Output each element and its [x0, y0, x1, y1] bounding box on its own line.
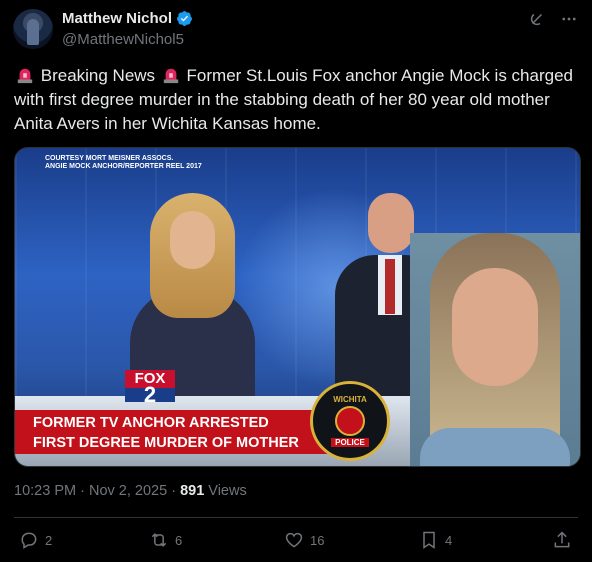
views-label: Views: [208, 483, 247, 499]
grok-icon[interactable]: [528, 10, 546, 28]
reply-icon: [21, 532, 37, 549]
repost-count: 6: [175, 532, 183, 548]
author-name[interactable]: Matthew Nichol: [62, 10, 172, 27]
wichita-police-badge: WICHITA POLICE: [310, 381, 390, 461]
siren-emoji-icon: [17, 68, 33, 84]
breaking-news-label: Breaking News: [40, 66, 156, 85]
divider: [14, 517, 578, 518]
like-button[interactable]: 16: [284, 530, 324, 550]
like-count: 16: [310, 532, 325, 548]
bookmark-button[interactable]: 4: [419, 530, 452, 550]
top-actions: [528, 10, 578, 28]
repost-button[interactable]: 6: [149, 530, 182, 550]
tweet-meta: 10:23 PM · Nov 2, 2025 · 891 Views: [14, 483, 247, 499]
author-name-row[interactable]: Matthew Nichol: [62, 10, 193, 27]
chyron-line-1: FORMER TV ANCHOR ARRESTED: [33, 415, 269, 431]
more-options-icon[interactable]: [560, 10, 578, 28]
share-icon: [554, 531, 570, 548]
tweet-text: Breaking News Former St.Louis Fox anchor…: [14, 64, 584, 136]
verified-badge-icon: [177, 11, 192, 26]
reply-count: 2: [45, 532, 53, 548]
siren-emoji-icon: [163, 68, 178, 84]
tweet-time[interactable]: 10:23 PM: [14, 483, 76, 499]
tweet-media-image[interactable]: COURTESY MORT MEISNER ASSOCS. ANGIE MOCK…: [14, 147, 581, 467]
views-count: 891: [180, 483, 205, 499]
bookmark-icon: [423, 531, 435, 549]
news-chyron: FORMER TV ANCHOR ARRESTED FIRST DEGREE M…: [15, 410, 335, 454]
mugshot: [410, 233, 580, 466]
tweet-date[interactable]: Nov 2, 2025: [89, 483, 167, 499]
chyron-line-2: FIRST DEGREE MURDER OF MOTHER: [33, 435, 299, 451]
author-handle[interactable]: @MatthewNichol5: [62, 31, 184, 48]
bookmark-count: 4: [445, 532, 453, 548]
avatar[interactable]: [13, 9, 53, 49]
share-button[interactable]: [552, 530, 572, 550]
heart-icon: [285, 532, 303, 548]
repost-icon: [151, 533, 167, 547]
reply-button[interactable]: 2: [19, 530, 52, 550]
fox-logo: FOX 2: [125, 370, 175, 406]
courtesy-caption: COURTESY MORT MEISNER ASSOCS. ANGIE MOCK…: [45, 155, 202, 170]
action-bar: 2 6 16 4: [14, 530, 578, 558]
